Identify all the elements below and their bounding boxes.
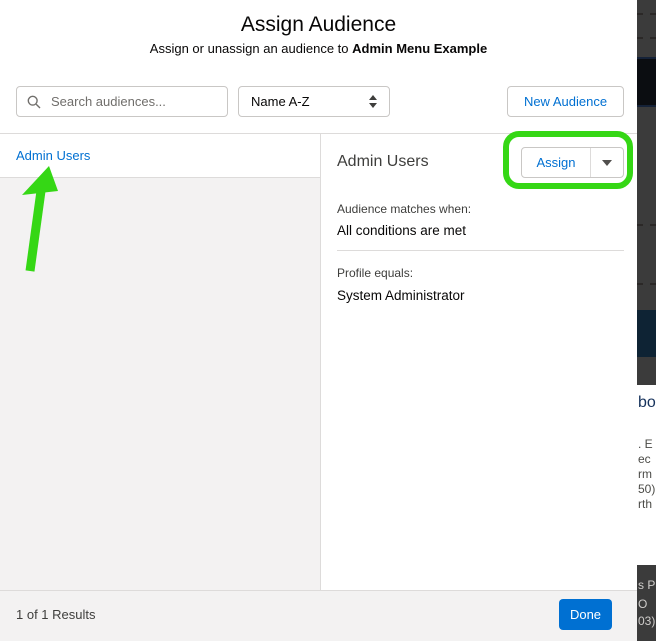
modal-footer: 1 of 1 Results Done <box>0 590 637 641</box>
background-navy-band <box>637 310 656 357</box>
done-button[interactable]: Done <box>559 599 612 630</box>
background-dashed-line <box>637 224 656 226</box>
background-text-fragment: 03) <box>638 614 656 628</box>
audience-list-panel: Admin Users <box>0 133 320 590</box>
search-input[interactable] <box>49 93 217 110</box>
background-page-strip: bo . E ec rm 50) rth s P O 03) <box>637 0 656 641</box>
chevron-down-icon <box>602 159 612 166</box>
stepper-up-icon <box>369 95 377 100</box>
search-icon <box>27 95 41 109</box>
sort-stepper-icon[interactable] <box>369 95 377 108</box>
assign-button-group: Assign <box>521 147 624 178</box>
modal-title: Assign Audience <box>240 13 397 36</box>
modal-subtitle-target: Admin Menu Example <box>352 41 488 56</box>
background-text-fragment: ec <box>638 452 651 466</box>
stepper-down-icon <box>369 103 377 108</box>
background-dashed-line <box>637 283 656 285</box>
background-text-fragment: . E <box>638 437 653 451</box>
modal-subtitle: Assign or unassign an audience to Admin … <box>0 41 637 56</box>
assign-button[interactable]: Assign <box>522 148 591 177</box>
detail-heading: Admin Users <box>337 153 429 170</box>
assign-dropdown-button[interactable] <box>591 148 623 177</box>
background-text-fragment: rth <box>638 497 653 511</box>
new-audience-button[interactable]: New Audience <box>507 86 624 117</box>
results-count: 1 of 1 Results <box>16 607 96 622</box>
background-text-fragment: 50) <box>638 482 656 496</box>
modal-subtitle-prefix: Assign or unassign an audience to <box>149 41 353 56</box>
background-text-fragment: bo <box>638 394 656 411</box>
audience-detail-panel: Admin Users Assign Audience matches when… <box>320 133 637 590</box>
background-text-fragment: rm <box>638 467 652 481</box>
background-text-fragment: O <box>638 597 648 611</box>
condition-value: System Administrator <box>337 288 465 303</box>
sort-selected-value: Name A-Z <box>251 94 310 109</box>
background-white-band: bo . E ec rm 50) rth <box>637 385 656 565</box>
matches-label: Audience matches when: <box>337 202 472 216</box>
background-dark-band <box>637 57 656 107</box>
condition-label: Profile equals: <box>337 266 414 280</box>
assign-audience-modal-screen: Assign Audience Assign or unassign an au… <box>0 0 656 641</box>
audience-link-admin-users[interactable]: Admin Users <box>16 148 90 163</box>
list-item-admin-users[interactable]: Admin Users <box>0 134 320 178</box>
section-divider <box>337 250 624 251</box>
background-text-fragment: s P <box>638 578 656 592</box>
background-dashed-line <box>637 37 656 39</box>
matches-value: All conditions are met <box>337 223 467 238</box>
search-audiences-field[interactable] <box>16 86 228 117</box>
sort-select[interactable]: Name A-Z <box>238 86 390 117</box>
background-dashed-line <box>637 13 656 15</box>
new-audience-label: New Audience <box>523 94 608 109</box>
